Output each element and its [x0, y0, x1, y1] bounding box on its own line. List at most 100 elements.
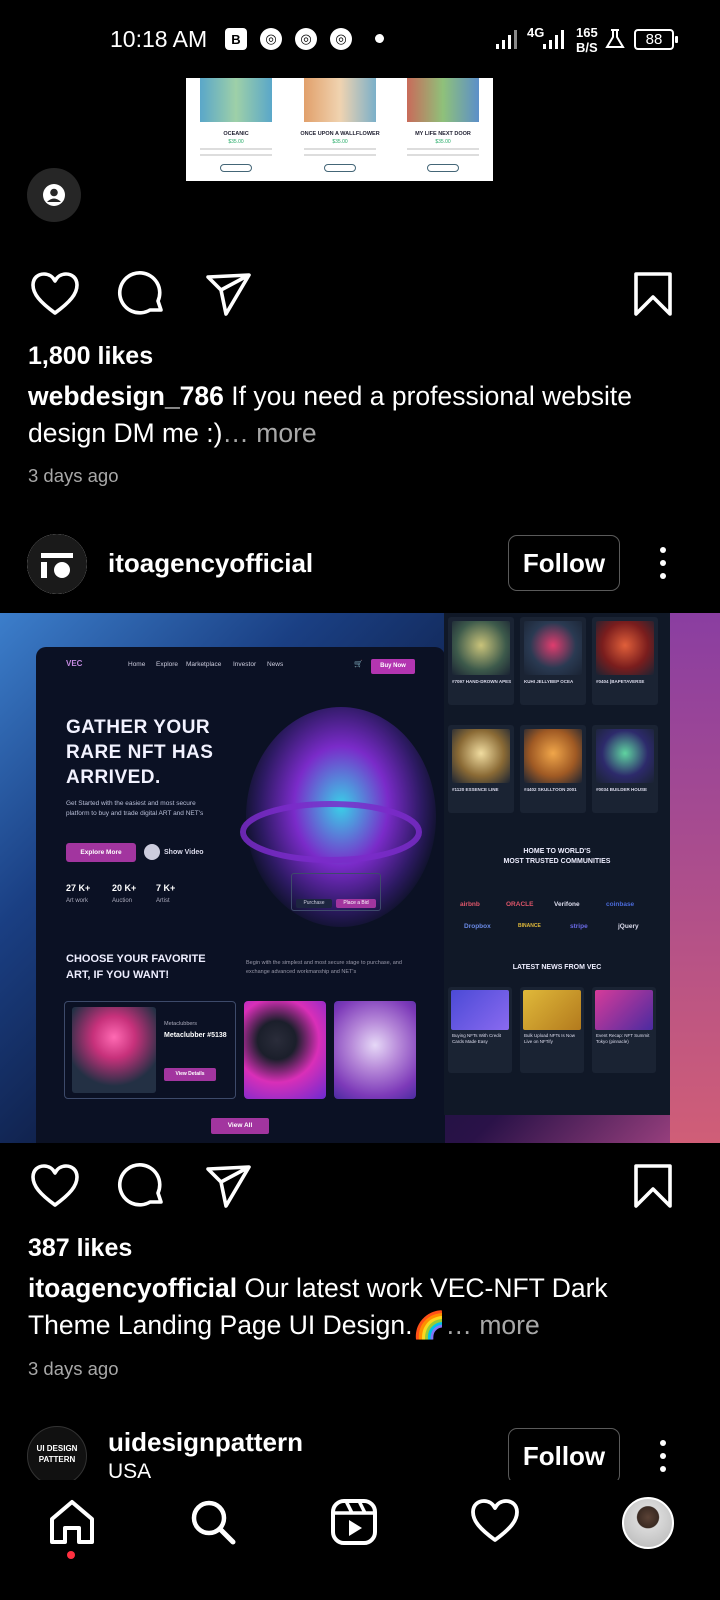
nft-name: KUHI JELLYBEP OCEA: [524, 679, 574, 684]
nft-name: #0034 BUILDER HOUSE: [596, 787, 648, 792]
book-price: $35.00: [332, 139, 348, 145]
mock-news-title: LATEST NEWS FROM VEC: [512, 964, 602, 971]
avatar-text-line: PATTERN: [38, 1455, 76, 1464]
follow-button[interactable]: Follow: [508, 535, 620, 591]
more-options-icon[interactable]: [648, 1436, 678, 1476]
mock-nav-item: Marketplace: [186, 661, 222, 668]
news-headline: Event Recap: NFT Summit Tokyo (pinnacle): [596, 1033, 650, 1044]
follow-button[interactable]: Follow: [508, 1428, 620, 1484]
mock-nft-card: #1120 ESSENCE LINE: [448, 725, 514, 813]
book-card: ONCE UPON A WALLFLOWER $35.00: [294, 78, 386, 181]
choose-line: ART, IF YOU WANT!: [66, 969, 170, 981]
book-title: OCEANIC: [223, 131, 249, 137]
likes-count[interactable]: 387 likes: [28, 1234, 132, 1263]
vec-logo: VEC: [66, 659, 83, 668]
text-line: [200, 148, 272, 150]
nft-thumb: [596, 729, 654, 783]
book-card: OCEANIC $35.00: [190, 78, 282, 181]
brand-logo: coinbase: [606, 901, 635, 908]
post-username[interactable]: itoagencyofficial: [108, 548, 313, 579]
b-icon: B: [225, 28, 247, 50]
save-bookmark-icon[interactable]: [628, 270, 678, 320]
play-icon: [144, 844, 160, 860]
caption-username[interactable]: itoagencyofficial: [28, 1273, 237, 1303]
nft-thumb: [524, 621, 582, 675]
previous-post-image[interactable]: OCEANIC $35.00 ONCE UPON A WALLFLOWER $3…: [186, 78, 493, 181]
search-icon[interactable]: [188, 1497, 238, 1547]
news-thumb: [595, 990, 653, 1030]
news-thumb: [451, 990, 509, 1030]
book-cover: [304, 78, 376, 122]
nft-landing-page-preview: VEC Home Explore Marketplace Investor Ne…: [36, 647, 445, 1143]
news-thumb: [523, 990, 581, 1030]
network-speed-value: 165: [576, 25, 598, 40]
save-bookmark-icon[interactable]: [628, 1162, 678, 1212]
chrome-icon: ◎: [260, 28, 282, 50]
book-button: [427, 164, 459, 172]
caption-more-link[interactable]: … more: [445, 1310, 539, 1340]
chrome-icon: ◎: [295, 28, 317, 50]
mock-nav-item: Home: [128, 661, 146, 668]
battery-indicator: 88: [634, 29, 678, 50]
post-caption[interactable]: webdesign_786 If you need a professional…: [28, 378, 688, 452]
mock-nft-card: #0404 (BAPETAVERSE: [592, 617, 658, 705]
post-image[interactable]: VEC Home Explore Marketplace Investor Ne…: [0, 613, 720, 1143]
status-time: 10:18 AM: [110, 26, 208, 52]
nft-thumb: [452, 729, 510, 783]
mock-nav-item: Investor: [233, 661, 257, 668]
book-price: $35.00: [435, 139, 451, 145]
caption-username[interactable]: webdesign_786: [28, 381, 224, 411]
post-username[interactable]: uidesignpattern: [108, 1427, 303, 1458]
nft-character-pink: [72, 1007, 156, 1093]
mock-nav-item: News: [267, 661, 284, 668]
reels-icon[interactable]: [329, 1497, 379, 1547]
book-card: MY LIFE NEXT DOOR $35.00: [397, 78, 489, 181]
home-icon[interactable]: [47, 1497, 97, 1547]
comment-icon[interactable]: [117, 270, 167, 320]
text-line: [304, 148, 376, 150]
avatar-text-line: UI DESIGN: [36, 1444, 78, 1453]
share-send-icon[interactable]: [204, 270, 254, 320]
brand-logo: airbnb: [460, 901, 480, 908]
mock-nav-item: Explore: [156, 661, 179, 668]
more-options-icon[interactable]: [648, 543, 678, 583]
comment-icon[interactable]: [117, 1162, 167, 1212]
mock-nft-card: KUHI JELLYBEP OCEA: [520, 617, 586, 705]
mock-show-video: Show Video: [164, 849, 204, 856]
mock-stat-number: 27 K+: [66, 883, 91, 893]
text-line: [407, 148, 479, 150]
profile-avatar[interactable]: [622, 1497, 674, 1549]
mock-hero-title: GATHER YOUR RARE NFT HAS ARRIVED.: [66, 715, 213, 790]
itoagency-logo: [27, 534, 87, 594]
mock-communities-title: HOME TO WORLD'S MOST TRUSTED COMMUNITIES: [444, 847, 670, 867]
likes-count[interactable]: 1,800 likes: [28, 342, 153, 371]
mock-card-user: Metaclubbers: [164, 1021, 198, 1027]
mock-stat-label: Artist: [156, 898, 170, 904]
tagged-users-button[interactable]: [27, 168, 81, 222]
like-heart-icon[interactable]: [30, 1162, 80, 1212]
avatar[interactable]: UI DESIGN PATTERN: [27, 1426, 87, 1486]
title-line: HOME TO WORLD'S: [523, 848, 591, 855]
book-cover: [407, 78, 479, 122]
avatar[interactable]: [27, 534, 87, 594]
hero-line: ARRIVED.: [66, 767, 161, 788]
brand-logo: BINANCE: [518, 923, 541, 929]
user-icon: [43, 184, 65, 206]
mock-stat-number: 7 K+: [156, 883, 176, 893]
activity-heart-icon[interactable]: [470, 1497, 520, 1547]
like-heart-icon[interactable]: [30, 270, 80, 320]
text-line: [200, 154, 272, 156]
mock-view-details: View Details: [164, 1068, 216, 1081]
brand-logo: jQuery: [618, 923, 639, 930]
post-caption[interactable]: itoagencyofficial Our latest work VEC-NF…: [28, 1270, 688, 1344]
caption-more-link[interactable]: … more: [222, 418, 316, 448]
brand-logo: stripe: [570, 923, 588, 930]
nft-character-green: [244, 1001, 326, 1099]
mock-choose-subtitle: Begin with the simplest and most secure …: [246, 960, 402, 975]
text-line: [304, 154, 376, 156]
more-notifications-dot: [375, 34, 384, 43]
brand-logo: Verifone: [554, 901, 580, 908]
mock-stat-label: Art work: [66, 898, 89, 904]
nft-name: #7097 HAND-DROWN APES: [452, 679, 512, 684]
share-send-icon[interactable]: [204, 1162, 254, 1212]
